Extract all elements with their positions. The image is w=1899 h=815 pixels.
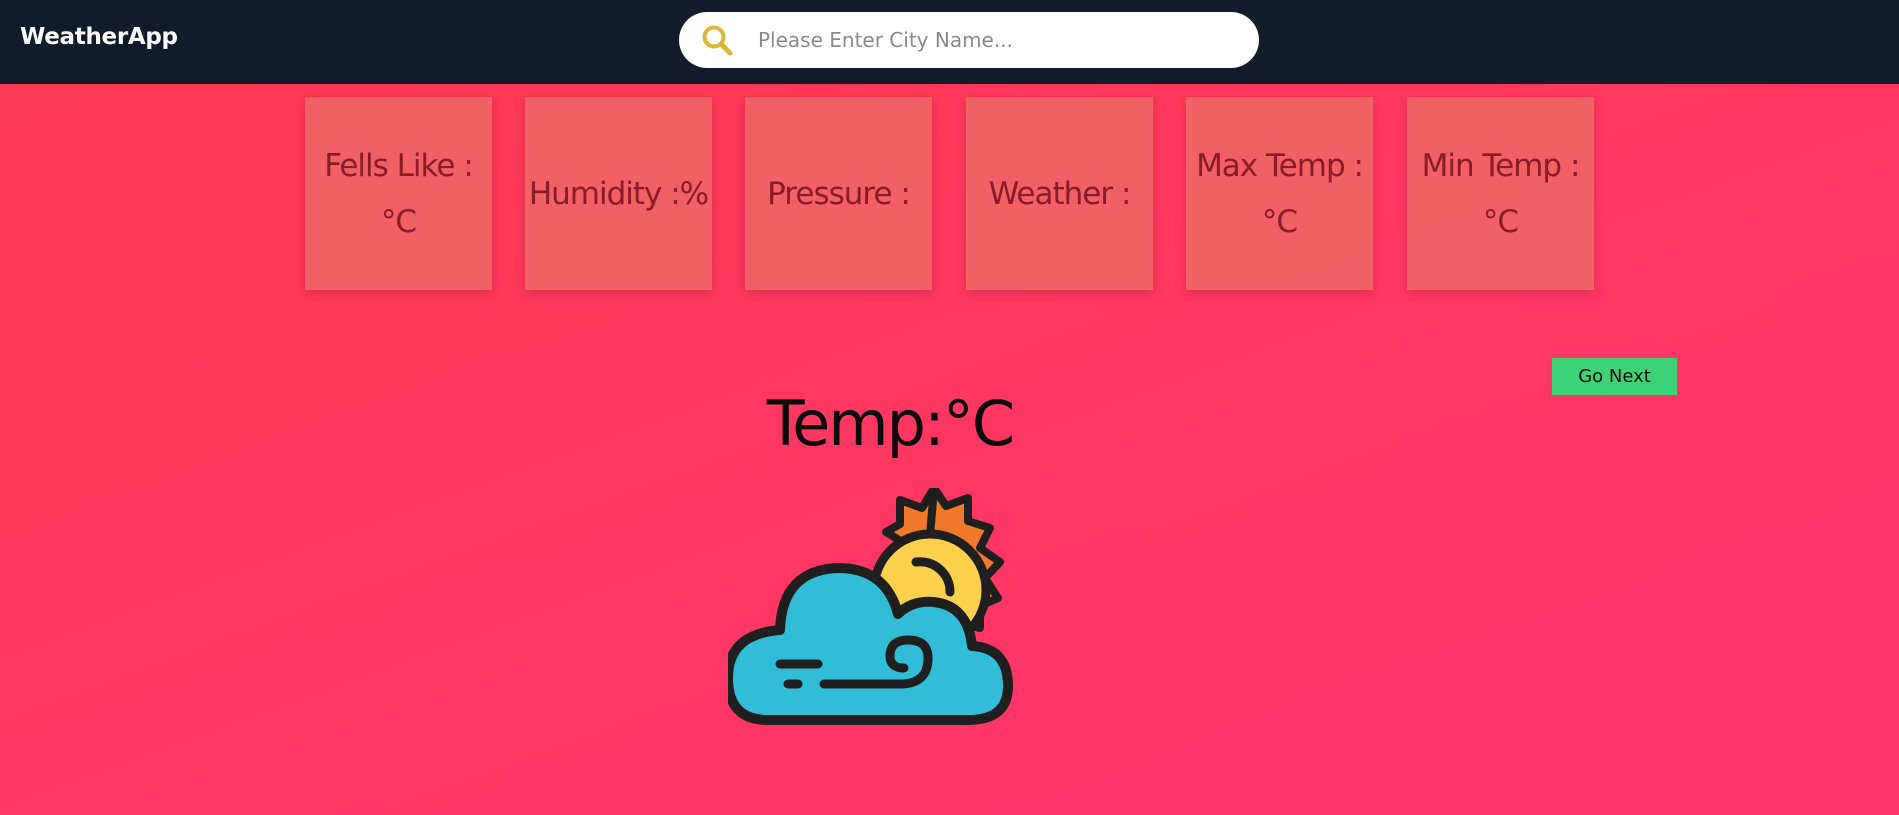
pressure-card: Pressure : (745, 97, 932, 290)
humidity-label: Humidity :% (528, 175, 709, 212)
weather-label: Weather : (988, 175, 1132, 212)
feels-like-unit: °C (380, 203, 417, 240)
max-temp-label: Max Temp : (1196, 147, 1364, 184)
pressure-label: Pressure : (767, 175, 911, 212)
search-box[interactable] (679, 12, 1259, 68)
temperature-display: Temp:°C (766, 387, 1015, 460)
min-temp-text: Min Temp : °C (1421, 138, 1581, 250)
pressure-text: Pressure : (767, 166, 911, 222)
min-temp-card: Min Temp : °C (1407, 97, 1594, 290)
go-next-button[interactable]: Go Next (1552, 358, 1677, 395)
feels-like-card: Fells Like : °C (305, 97, 492, 290)
max-temp-unit: °C (1261, 203, 1298, 240)
max-temp-card: Max Temp : °C (1186, 97, 1373, 290)
navbar: WeatherApp (0, 0, 1899, 84)
humidity-text: Humidity :% (528, 166, 709, 222)
search-input[interactable] (758, 20, 1238, 60)
search-icon[interactable] (699, 23, 735, 59)
min-temp-label: Min Temp : (1421, 147, 1581, 184)
weather-card: Weather : (966, 97, 1153, 290)
min-temp-unit: °C (1482, 203, 1519, 240)
max-temp-text: Max Temp : °C (1196, 138, 1364, 250)
cloudy-wind-sun-icon (728, 488, 1013, 725)
feels-like-label: Fells Like : (324, 147, 474, 184)
app-title[interactable]: WeatherApp (20, 24, 178, 50)
humidity-card: Humidity :% (525, 97, 712, 290)
feels-like-text: Fells Like : °C (324, 138, 474, 250)
weather-text: Weather : (988, 166, 1132, 222)
